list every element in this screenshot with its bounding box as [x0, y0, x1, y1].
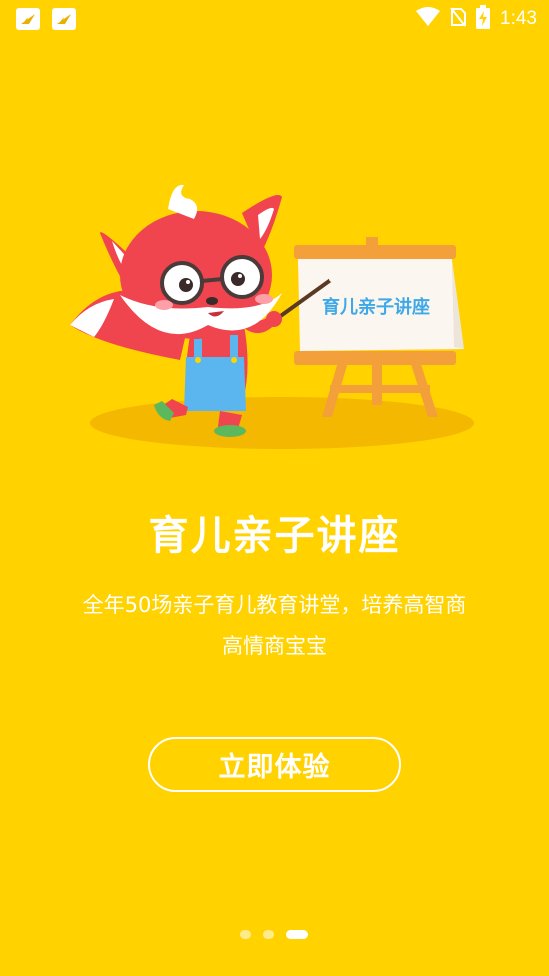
- no-sim-icon: [450, 7, 467, 31]
- pager-indicator: [0, 929, 549, 941]
- try-now-button[interactable]: 立即体验: [148, 737, 401, 792]
- pager-dot: [240, 930, 251, 939]
- feature-description: 全年50场亲子育儿教育讲堂，培养高智商 高情商宝宝: [50, 585, 499, 667]
- ground-shadow: [90, 397, 474, 449]
- status-time: 1:43: [500, 8, 537, 29]
- page-title: 育儿亲子讲座: [148, 513, 401, 559]
- pager-dot-active: [286, 930, 308, 939]
- description-line-1: 全年50场亲子育儿教育讲堂，培养高智商: [82, 593, 467, 617]
- board-text: 育儿亲子讲座: [322, 296, 430, 318]
- status-bar: 1:43: [0, 0, 549, 40]
- battery-charging-icon: [476, 5, 491, 33]
- wifi-icon: [416, 7, 441, 31]
- easel-icon: 育儿亲子讲座: [294, 237, 464, 417]
- app-notification-icon: [16, 8, 40, 30]
- hero-illustration: 育儿亲子讲座: [60, 175, 500, 455]
- description-line-2: 高情商宝宝: [222, 634, 327, 658]
- pager-dot: [263, 930, 274, 939]
- app-notification-icon: [52, 8, 76, 30]
